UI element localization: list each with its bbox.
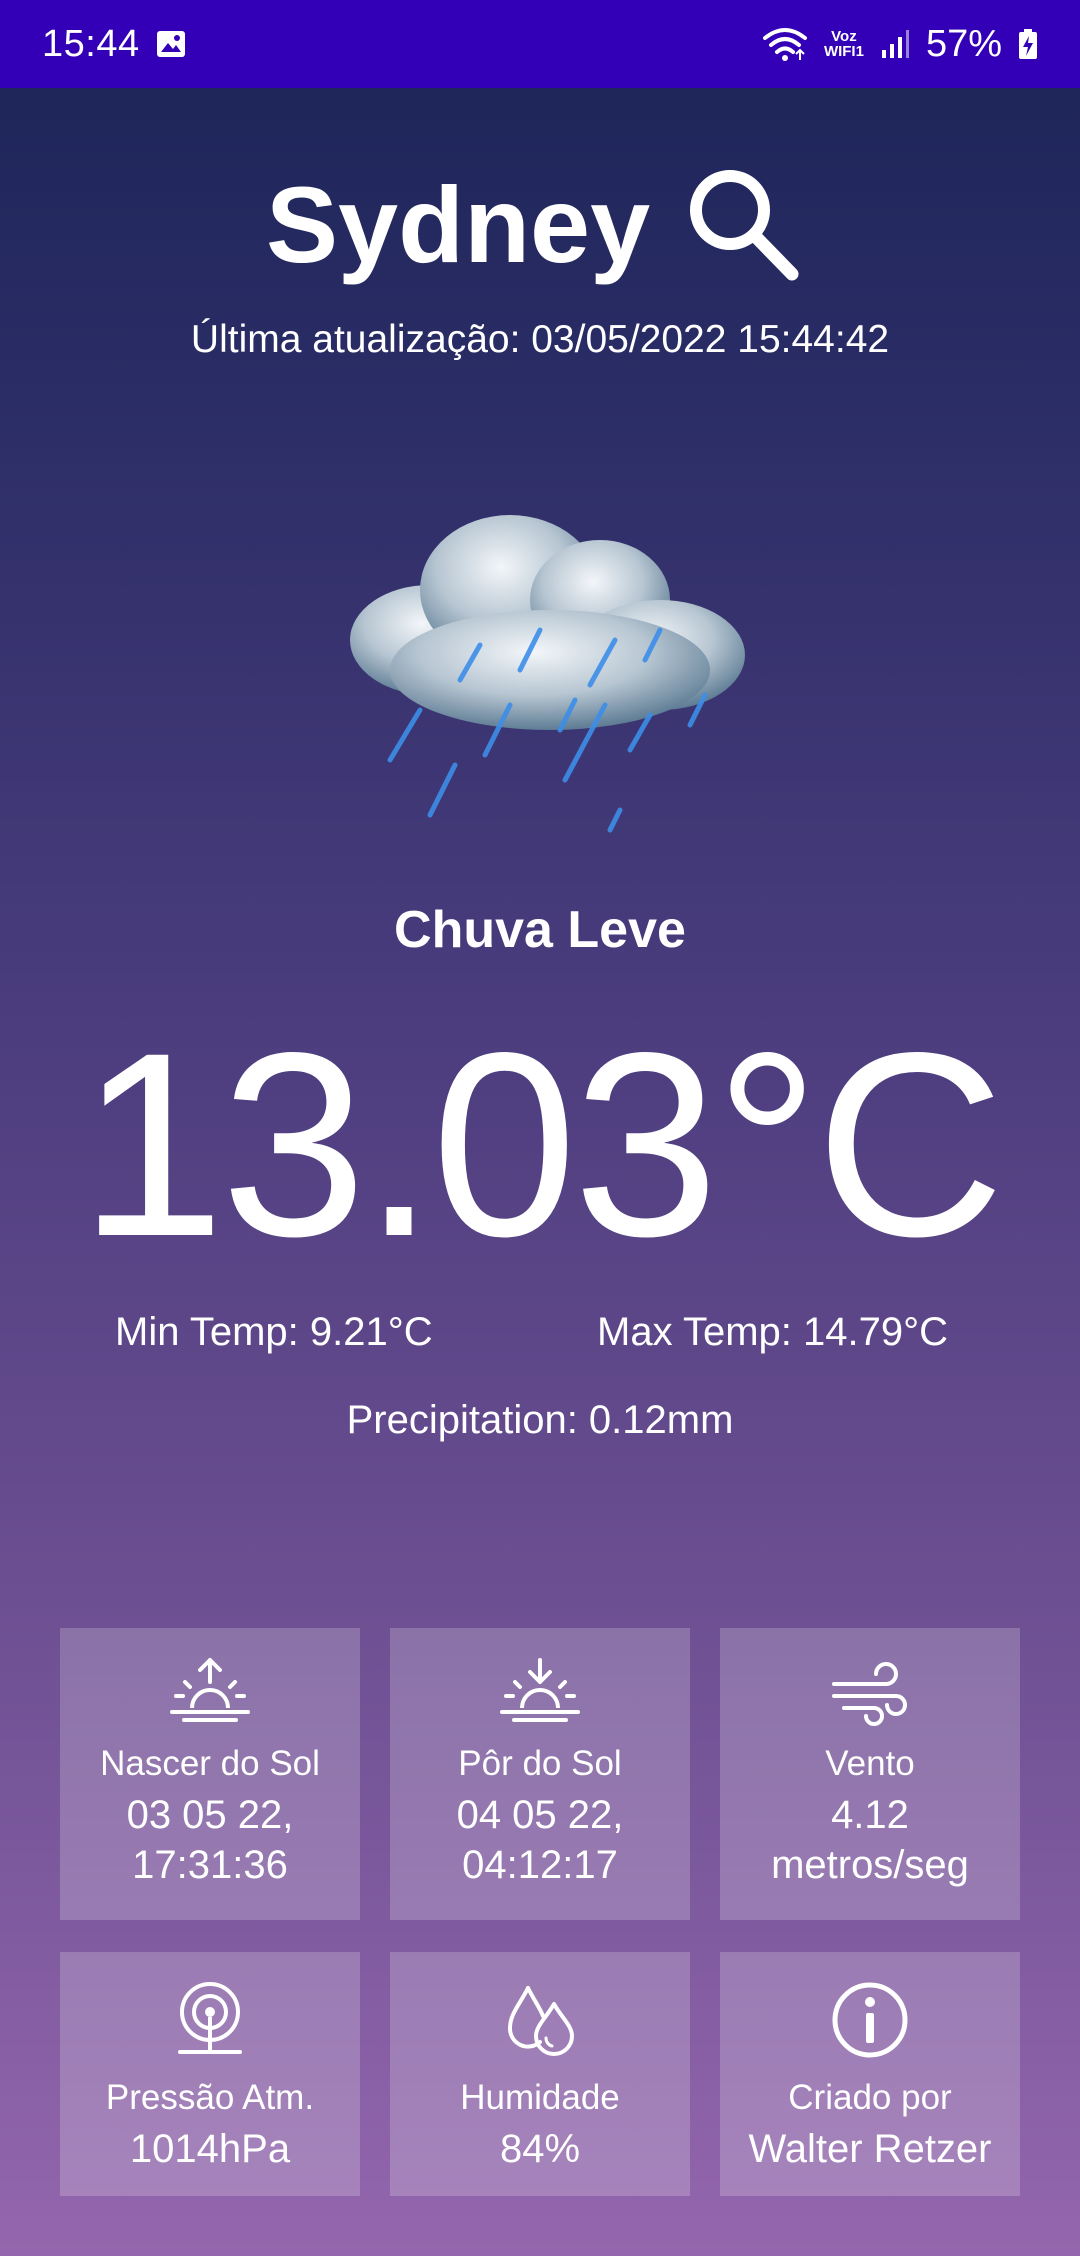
wind-card: Vento 4.12 metros/seg xyxy=(720,1628,1020,1920)
wifi-icon xyxy=(762,28,807,61)
wind-icon xyxy=(832,1662,907,1726)
humidity-icon xyxy=(507,1986,574,2056)
author-name: Walter Retzer xyxy=(748,2127,992,2171)
info-label: Criado por xyxy=(788,2078,952,2117)
status-bar-left: 15:44 xyxy=(42,23,186,66)
humidity-value: 84% xyxy=(499,2127,581,2171)
battery-charging-icon xyxy=(1019,29,1037,59)
weather-condition: Chuva Leve xyxy=(394,901,686,959)
wind-unit: metros/seg xyxy=(771,1843,969,1887)
city-name: Sydney xyxy=(266,164,651,285)
sunset-label: Pôr do Sol xyxy=(458,1744,622,1783)
battery-percent: 57% xyxy=(925,22,1002,65)
info-icon xyxy=(832,1982,908,2058)
signal-icon xyxy=(881,30,909,58)
rain-cloud-icon xyxy=(350,515,745,833)
status-time: 15:44 xyxy=(42,22,140,65)
wind-speed: 4.12 xyxy=(831,1793,909,1837)
min-temperature: Min Temp: 9.21°C xyxy=(115,1310,433,1354)
status-bar: 15:44 Voz WIFI1 57% xyxy=(0,0,1080,88)
pressure-card: Pressão Atm. 1014hPa xyxy=(60,1952,360,2196)
sunrise-date: 03 05 22, xyxy=(126,1793,294,1837)
humidity-card: Humidade 84% xyxy=(390,1952,690,2196)
pressure-label: Pressão Atm. xyxy=(105,2078,315,2117)
voz-wifi-indicator: Voz WIFI1 xyxy=(824,29,864,59)
last-updated: Última atualização: 03/05/2022 15:44:42 xyxy=(190,318,890,361)
sunset-date: 04 05 22, xyxy=(456,1793,624,1837)
max-temperature: Max Temp: 14.79°C xyxy=(597,1310,948,1354)
pressure-icon xyxy=(178,1982,242,2054)
status-bar-right: Voz WIFI1 57% xyxy=(762,23,1038,66)
current-temperature: 13.03°C xyxy=(79,998,1005,1291)
sunset-time: 04:12:17 xyxy=(462,1843,618,1887)
voz-label: Voz xyxy=(831,28,857,45)
info-card[interactable]: Criado por Walter Retzer xyxy=(720,1952,1020,2196)
sunset-icon xyxy=(500,1658,580,1722)
sunrise-label: Nascer do Sol xyxy=(100,1744,320,1783)
sunrise-icon xyxy=(170,1658,250,1722)
header: Sydney xyxy=(0,160,1080,290)
pressure-value: 1014hPa xyxy=(129,2127,291,2171)
sunrise-card: Nascer do Sol 03 05 22, 17:31:36 xyxy=(60,1628,360,1920)
wind-label: Vento xyxy=(825,1744,915,1783)
sunset-card: Pôr do Sol 04 05 22, 04:12:17 xyxy=(390,1628,690,1920)
voz-wifi-label: WIFI1 xyxy=(823,43,864,60)
sunrise-time: 17:31:36 xyxy=(132,1843,288,1887)
image-icon xyxy=(156,31,185,57)
precipitation: Precipitation: 0.12mm xyxy=(346,1398,734,1442)
search-icon[interactable] xyxy=(682,164,802,284)
humidity-label: Humidade xyxy=(460,2078,620,2117)
